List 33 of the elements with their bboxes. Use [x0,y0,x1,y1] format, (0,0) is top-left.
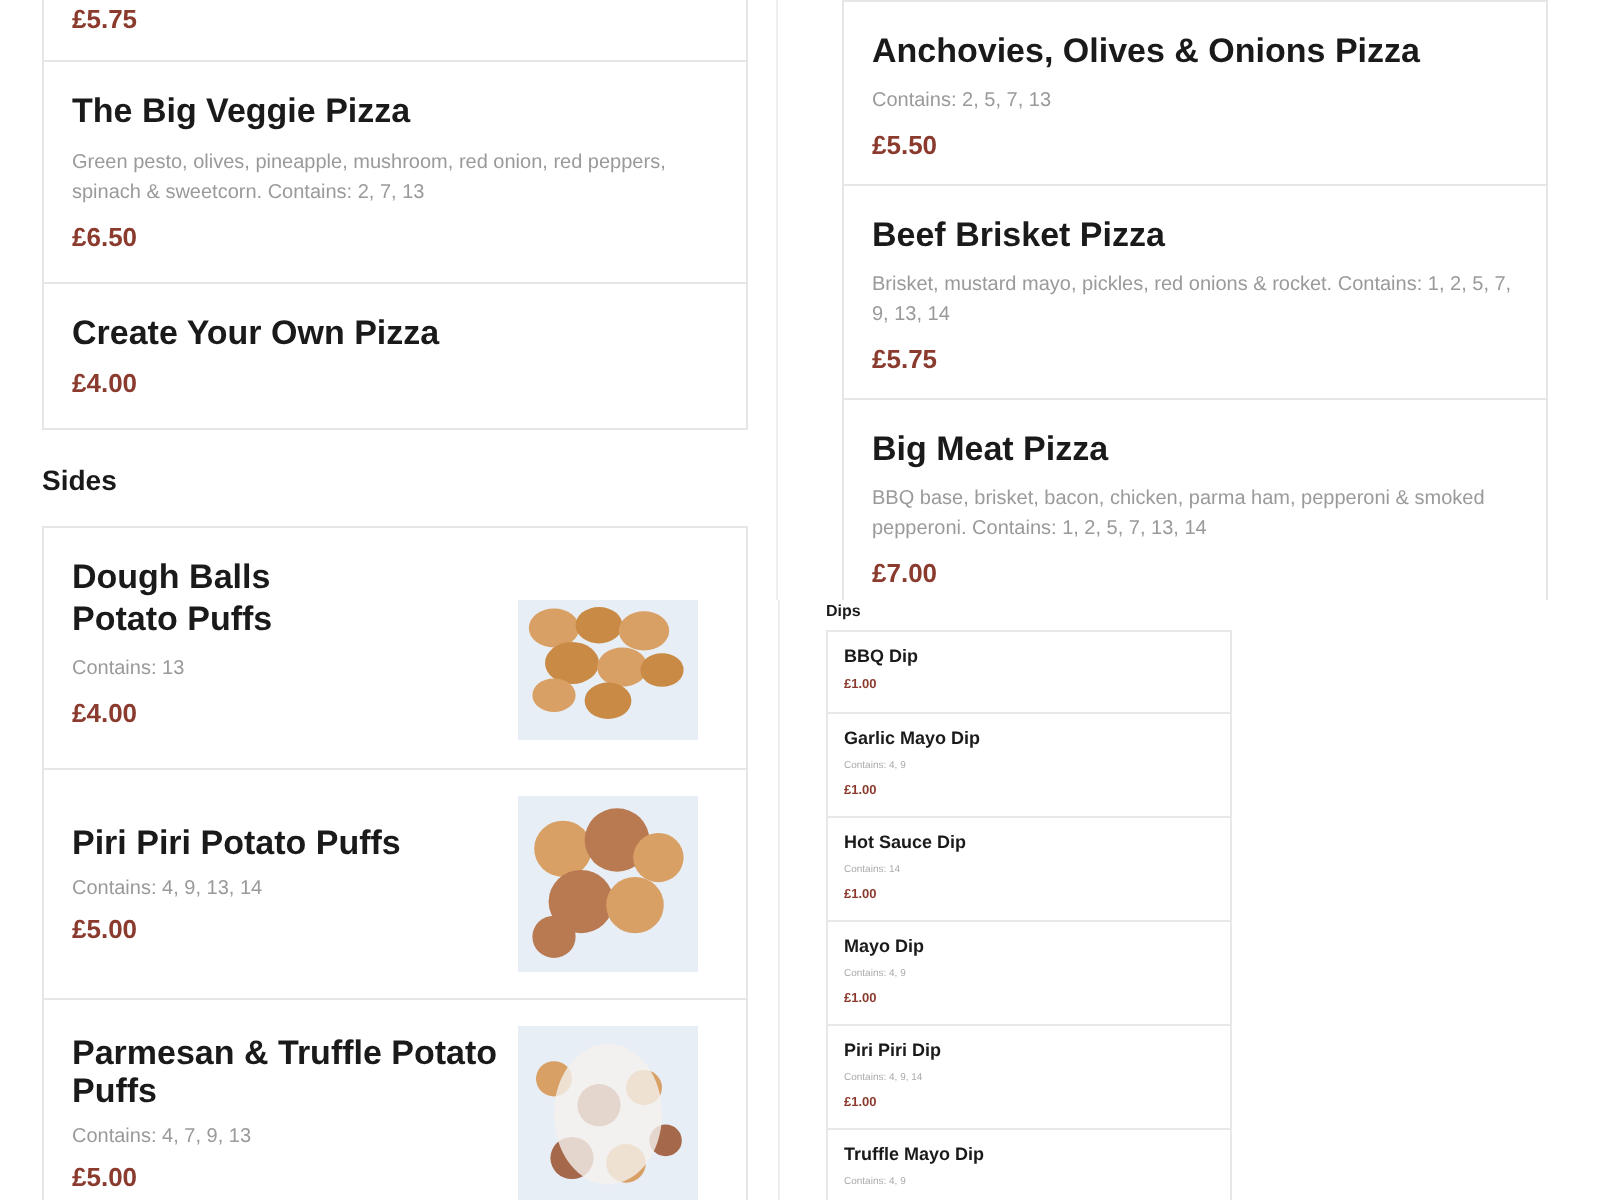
section-heading: Dips [826,602,863,620]
item-title: Mayo Dip [844,934,927,958]
item-description: Contains: 13 [72,656,187,684]
item-title: Beef Brisket Pizza [872,216,1167,256]
item-price: £5.75 [72,4,140,36]
item-title: Big Meat Pizza [872,430,1111,470]
item-title: Dough Balls [72,558,273,598]
item-description: Brisket, mustard mayo, pickles, red onions & rocket. Contains: 1, 2, 5, 7, 9, 13, 14 [872,272,1514,330]
item-title: Anchovies, Olives & Onions Pizza [872,32,1422,72]
item-price: £4.00 [72,698,140,730]
item-title: BBQ Dip [844,644,920,668]
item-description: Contains: 4, 9, 13, 14 [72,875,265,903]
item-price: £6.50 [72,222,140,254]
item-price: £4.00 [72,368,140,400]
item-title: Piri Piri Potato Puffs [72,823,403,861]
item-title: Hot Sauce Dip [844,830,969,854]
item-description: BBQ base, brisket, bacon, chicken, parma ham, pepperoni & smoked pepperoni. Contains: 1, 2, 5, 7, 13, 14 [872,486,1487,544]
item-title: Garlic Mayo Dip [844,726,983,750]
item-price: £7.00 [872,558,940,590]
item-description: Contains: 4, 7, 9, 13 [72,1124,254,1152]
item-title: Parmesan & Truffle Potato Puffs [72,1034,500,1110]
item-price: £5.50 [872,130,940,162]
item-price: £5.00 [72,1162,140,1194]
item-description: Green pesto, olives, pineapple, mushroom, red onion, red peppers, spinach & sweetcorn. Contains: 2, 7, 13 [72,150,668,208]
item-title: Piri Piri Dip [844,1038,944,1062]
section-heading: Sides [42,464,119,496]
item-title: Create Your Own Pizza [72,314,442,354]
item-title: Truffle Mayo Dip [844,1142,987,1166]
item-price: £5.75 [872,344,940,376]
item-title: Potato Puffs [72,600,275,638]
item-title: The Big Veggie Pizza [72,92,413,132]
item-description: Contains: 2, 5, 7, 13 [872,88,1054,116]
item-price: £5.00 [72,913,140,945]
